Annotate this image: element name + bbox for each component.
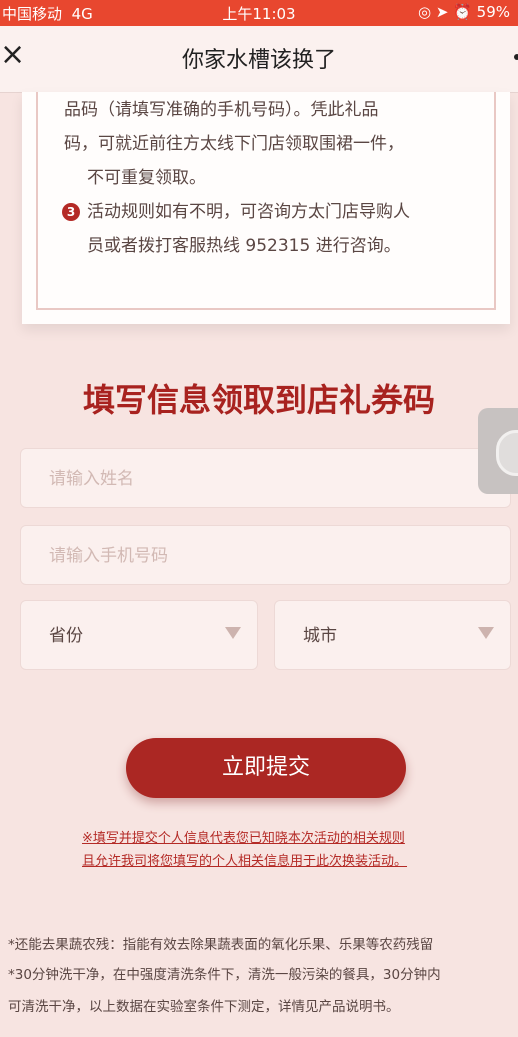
page-title: 你家水槽该换了 [181,48,336,73]
rule-text-line: 码，可就近前往方太线下门店领取围裙一件， [64,134,404,154]
assistive-touch-icon [496,430,518,476]
more-icon[interactable] [514,54,518,60]
city-select[interactable]: 城市 [274,600,511,670]
status-bar: 中国移动 4G 上午11:03 ◎ ➤ ⏰ 59% [0,0,518,26]
privacy-notice-line: ※填写并提交个人信息代表您已知晓本次活动的相关规则 [82,831,405,846]
province-select[interactable]: 省份 [20,600,258,670]
footer-note: *30分钟洗干净，在中强度清洗条件下，清洗一般污染的餐具，30分钟内 [8,967,441,983]
rule-text-line: 活动规则如有不明，可咨询方太门店导购人 [87,202,410,222]
phone-input[interactable]: 请输入手机号码 [20,525,511,585]
privacy-notice-line: 且允许我司将您填写的个人相关信息用于此次换装活动。 [82,854,408,869]
rule-text-line: 品码（请填写准确的手机号码）。凭此礼品 [64,100,379,120]
status-icons: ◎ ➤ ⏰ [418,3,477,21]
rule-text-line: 不可重复领取。 [87,168,206,188]
footer-note: 可清洗干净，以上数据在实验室条件下测定，详情见产品说明书。 [8,999,400,1015]
city-label: 城市 [303,626,337,646]
rule-number-badge: 3 [62,203,80,221]
footer-note: *还能去果蔬农残：指能有效去除果蔬表面的氧化乐果、乐果等农药残留 [8,937,434,953]
battery-level: 59% [476,3,510,21]
province-label: 省份 [49,626,83,646]
rule-text-line: 员或者拨打客服热线 952315 进行咨询。 [87,236,401,256]
floating-assistive-button[interactable] [478,408,518,494]
submit-button[interactable]: 立即提交 [126,738,406,798]
chevron-down-icon [478,627,494,639]
chevron-down-icon [225,627,241,639]
form-heading: 填写信息领取到店礼券码 [82,381,435,419]
phone-placeholder: 请输入手机号码 [49,546,168,566]
nav-bar: × 你家水槽该换了 [0,26,518,93]
name-input[interactable]: 请输入姓名 [20,448,511,508]
name-placeholder: 请输入姓名 [49,469,134,489]
